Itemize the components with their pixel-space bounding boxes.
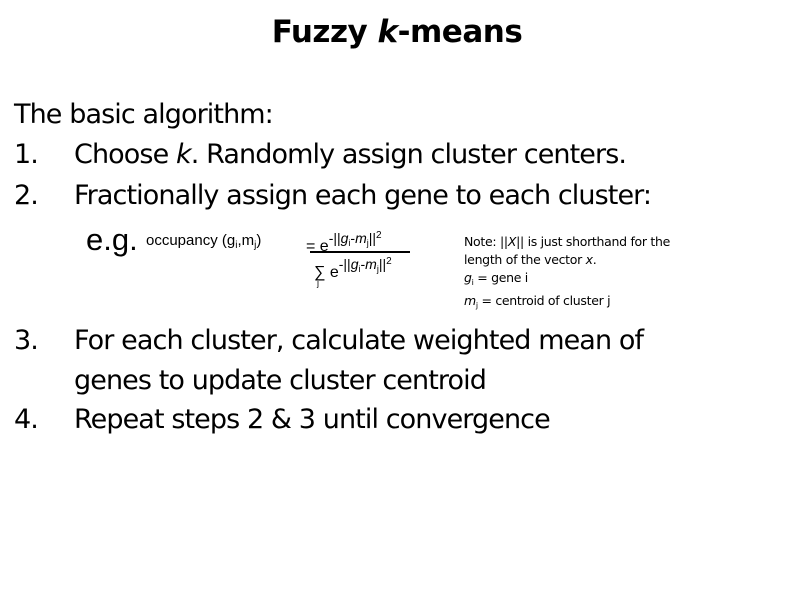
note-box: Note: ||X|| is just shorthand for the le… (464, 232, 670, 314)
exp-m: m (365, 256, 377, 272)
step-text: Choose (74, 139, 176, 170)
step-text: . Randomly assign cluster centers. (190, 139, 627, 170)
denom-e: e (325, 264, 339, 281)
note-line-4: mj = centroid of cluster j (464, 292, 670, 314)
exp-text: -|| (338, 256, 351, 272)
occupancy-label: occupancy (gi,mj) (146, 233, 261, 251)
sigma-symbol: ∑ j (314, 264, 326, 288)
sigma-sub: j (317, 278, 319, 288)
exponent: -||gi-mj||2 (329, 231, 382, 248)
exp-norm: || (368, 230, 377, 246)
note-line-3: gi = gene i (464, 268, 670, 292)
step-k: k (175, 139, 192, 170)
step-number: 1. (14, 139, 39, 170)
note-g: g (464, 270, 472, 285)
step-1: 1. Choose k. Randomly assign cluster cent… (14, 139, 627, 170)
occupancy-text: ) (256, 232, 262, 249)
exponent: -||gi-mj||2 (339, 257, 392, 274)
title-text: Fuzzy (271, 14, 378, 50)
occupancy-text: occupancy (g (146, 232, 236, 249)
step-text: Fractionally assign each gene to each cl… (74, 180, 652, 211)
note-text: Note: || (464, 234, 508, 249)
step-number: 4. (14, 404, 39, 435)
step-4: 4. Repeat steps 2 & 3 until convergence (14, 404, 551, 435)
step-number: 2. (14, 180, 39, 211)
note-m: m (464, 293, 476, 308)
exp-sup: 2 (376, 230, 382, 241)
note-text: || is just shorthand for the (516, 234, 671, 249)
title-k: k (377, 14, 399, 50)
note-x: x (585, 252, 593, 267)
note-text: = gene i (473, 270, 528, 285)
exp-m: m (355, 230, 367, 246)
formula-denominator: ∑ j e-||gi-mj||2 (314, 257, 392, 288)
sigma-glyph: ∑ (314, 264, 326, 281)
step-2: 2. Fractionally assign each gene to each … (14, 180, 652, 211)
step-number: 3. (14, 325, 39, 356)
occupancy-text: ,m (237, 232, 255, 249)
note-text: . (592, 252, 597, 267)
step-3-continued: genes to update cluster centroid (74, 365, 487, 396)
step-text: Repeat steps 2 & 3 until convergence (74, 404, 551, 435)
note-text: = centroid of cluster j (477, 293, 611, 308)
note-line-1: Note: ||X|| is just shorthand for the (464, 232, 670, 251)
note-line-2: length of the vector x. (464, 251, 670, 268)
exp-sup: 2 (386, 256, 392, 267)
slide-title: Fuzzy k-means (0, 14, 794, 50)
note-x: X (507, 234, 517, 249)
step-3: 3. For each cluster, calculate weighted m… (14, 325, 644, 356)
title-suffix: -means (397, 14, 523, 50)
exp-text: -|| (328, 230, 341, 246)
intro-line: The basic algorithm: (14, 99, 274, 130)
eg-label: e.g. (86, 222, 138, 257)
step-text: For each cluster, calculate weighted mea… (74, 325, 644, 356)
fraction-bar (310, 251, 410, 253)
note-text: length of the vector (464, 252, 586, 267)
